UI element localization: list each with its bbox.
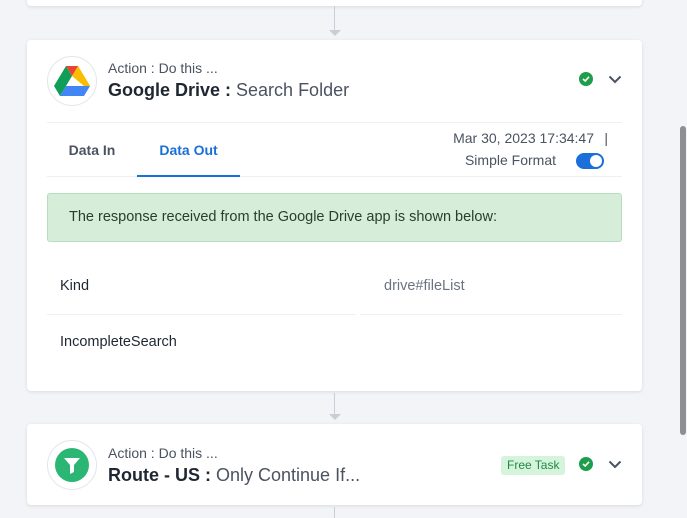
simple-format-toggle[interactable] xyxy=(576,153,604,169)
response-timestamp: Mar 30, 2023 17:34:47 xyxy=(453,130,594,146)
step-connector-line xyxy=(334,6,335,31)
simple-format-label: Simple Format xyxy=(464,152,556,168)
toggle-knob xyxy=(590,155,602,167)
title-separator: : xyxy=(200,465,216,485)
table-row: Kind drive#fileList xyxy=(47,258,622,315)
action-kicker: Action : Do this ... xyxy=(108,60,218,76)
chevron-down-icon[interactable] xyxy=(607,71,623,87)
step-title[interactable]: Route - US : Only Continue If... xyxy=(108,465,360,486)
timestamp-separator: | xyxy=(604,130,608,146)
scrollbar-thumb[interactable] xyxy=(680,126,686,435)
workflow-canvas: Action : Do this ... Google Drive : Sear… xyxy=(0,0,687,518)
table-row: IncompleteSearch xyxy=(47,314,622,370)
google-drive-step-card: Action : Do this ... Google Drive : Sear… xyxy=(27,40,642,391)
title-separator: : xyxy=(220,80,237,100)
google-drive-icon xyxy=(47,56,97,106)
tab-data-in[interactable]: Data In xyxy=(47,123,137,177)
app-name: Route - US xyxy=(108,465,200,485)
connector-arrow-icon xyxy=(329,414,341,420)
event-name: Search Folder xyxy=(236,80,350,100)
filter-icon xyxy=(47,440,97,490)
chevron-down-icon[interactable] xyxy=(607,456,623,472)
row-key: Kind xyxy=(60,278,90,294)
action-kicker: Action : Do this ... xyxy=(108,445,218,461)
app-name: Google Drive xyxy=(108,80,221,100)
step-connector-line xyxy=(334,507,335,518)
check-circle-icon xyxy=(579,72,593,86)
free-task-badge: Free Task xyxy=(501,456,566,475)
event-name: Only Continue If... xyxy=(216,465,361,485)
check-circle-icon xyxy=(579,457,593,471)
route-step-card: Action : Do this ... Route - US : Only C… xyxy=(27,424,642,505)
response-info-banner: The response received from the Google Dr… xyxy=(47,193,622,242)
connector-arrow-icon xyxy=(329,30,341,36)
row-value: drive#fileList xyxy=(384,278,465,294)
row-key: IncompleteSearch xyxy=(60,334,177,350)
step-connector-line xyxy=(334,393,335,415)
tab-data-out[interactable]: Data Out xyxy=(137,123,240,177)
step-title[interactable]: Google Drive : Search Folder xyxy=(108,80,349,101)
